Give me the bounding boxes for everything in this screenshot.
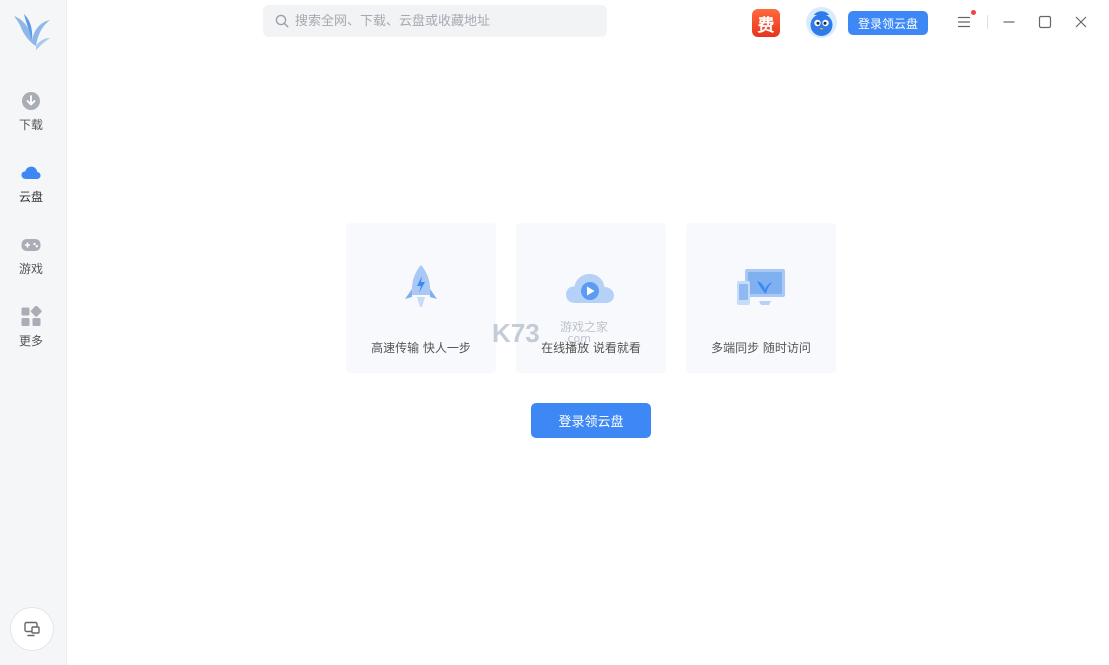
feature-label: 高速传输 快人一步 <box>371 341 471 355</box>
app-window: 下载 云盘 游戏 更多 搜索全网、下载、云盘或收藏地址 费 登录领云盘 高速传输… <box>0 0 1109 665</box>
sidebar-item-label: 游戏 <box>18 262 43 276</box>
bird-avatar-icon <box>806 7 837 38</box>
rocket-icon <box>405 265 437 307</box>
screen-cast-icon <box>24 621 40 637</box>
feature-card-speed: 高速传输 快人一步 <box>346 223 496 373</box>
login-cloud-main-button[interactable]: 登录领云盘 <box>531 403 651 438</box>
minimize-icon <box>1003 21 1015 23</box>
login-cloud-button[interactable]: 登录领云盘 <box>848 11 928 35</box>
search-bar[interactable] <box>263 5 607 37</box>
feature-card-play: 在线播放 说看就看 <box>516 223 666 373</box>
avatar[interactable] <box>806 7 837 38</box>
feature-label: 多端同步 随时访问 <box>711 341 811 355</box>
toolbar-divider <box>987 15 988 29</box>
app-logo-icon[interactable] <box>10 10 54 54</box>
menu-button[interactable] <box>954 12 974 32</box>
feature-label: 在线播放 说看就看 <box>541 341 641 355</box>
close-button[interactable] <box>1071 12 1091 32</box>
close-icon <box>1075 16 1087 28</box>
fee-badge[interactable]: 费 <box>752 9 780 37</box>
sidebar-item-games[interactable]: 游戏 <box>0 230 62 286</box>
sidebar: 下载 云盘 游戏 更多 <box>0 0 67 665</box>
cloud-icon <box>21 166 41 179</box>
sidebar-item-label: 更多 <box>18 334 43 348</box>
search-input[interactable] <box>295 13 595 29</box>
sidebar-item-download[interactable]: 下载 <box>0 86 62 142</box>
cloud-play-icon <box>566 274 614 303</box>
maximize-icon <box>1038 15 1052 29</box>
apps-icon <box>21 306 42 326</box>
minimize-button[interactable] <box>999 12 1019 32</box>
maximize-button[interactable] <box>1035 12 1055 32</box>
sidebar-item-label: 云盘 <box>18 190 43 204</box>
feature-card-sync: 多端同步 随时访问 <box>686 223 836 373</box>
sidebar-item-label: 下载 <box>18 118 43 132</box>
screen-cast-button[interactable] <box>10 607 54 651</box>
gamepad-icon <box>21 239 41 251</box>
devices-sync-icon <box>737 269 785 305</box>
download-icon <box>22 92 40 110</box>
sidebar-item-more[interactable]: 更多 <box>0 302 62 358</box>
notification-dot <box>971 10 976 15</box>
search-icon <box>275 14 289 28</box>
menu-icon <box>958 16 970 28</box>
sidebar-item-cloud[interactable]: 云盘 <box>0 158 62 214</box>
